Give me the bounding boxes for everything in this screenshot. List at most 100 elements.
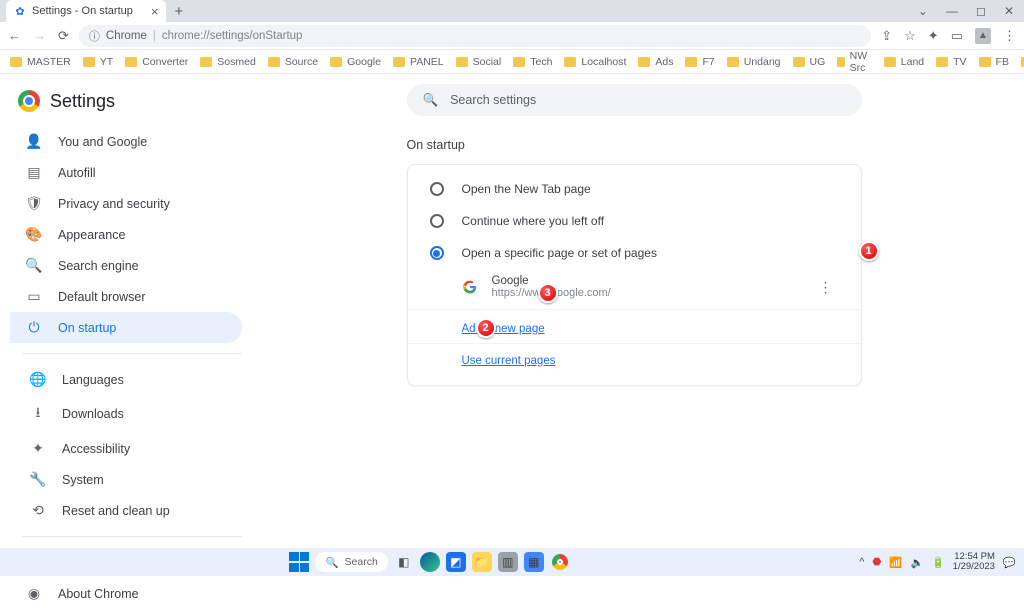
browser-icon: ▭: [26, 288, 42, 305]
bookmarks-bar: MASTER YT Converter Sosmed Source Google…: [0, 50, 1024, 74]
tab-title: Settings - On startup: [32, 5, 133, 17]
star-icon[interactable]: ☆: [904, 28, 916, 44]
settings-sidebar: Settings 👤You and Google ▤Autofill 🛡Priv…: [0, 74, 250, 548]
bookmark-item[interactable]: F7: [685, 56, 714, 68]
maximize-icon[interactable]: ◻: [976, 4, 986, 18]
browser-toolbar: ← → ⟳ ⓘ Chrome | chrome://settings/onSta…: [0, 22, 1024, 50]
bookmark-item[interactable]: FB: [979, 56, 1009, 68]
palette-icon: 🎨: [26, 226, 42, 243]
chrome-taskbar-icon[interactable]: [550, 552, 570, 572]
chrome-logo-icon: [18, 90, 40, 112]
back-icon[interactable]: ←: [8, 28, 21, 44]
edge-icon[interactable]: [420, 552, 440, 572]
forward-icon: →: [33, 28, 46, 44]
sidebar-item-languages[interactable]: 🌐Languages: [14, 364, 242, 395]
notifications-icon[interactable]: 💬: [1003, 556, 1016, 569]
radio-icon: [430, 182, 444, 196]
radio-new-tab[interactable]: Open the New Tab page: [408, 173, 861, 205]
tray-icon[interactable]: ⬣: [872, 556, 881, 568]
annotation-badge: 1: [859, 241, 879, 261]
bookmark-item[interactable]: PANEL: [393, 56, 444, 68]
kebab-menu-icon[interactable]: ⋮: [819, 279, 833, 296]
folder-icon: [884, 57, 896, 67]
volume-icon[interactable]: 🔈: [911, 556, 924, 569]
bookmark-item[interactable]: Source: [268, 56, 318, 68]
chevron-down-icon[interactable]: ⌄: [918, 4, 928, 18]
extensions-icon[interactable]: ✦: [928, 28, 939, 44]
bookmark-item[interactable]: Tech: [513, 56, 552, 68]
person-icon: 👤: [26, 133, 42, 150]
app-icon[interactable]: ▦: [524, 552, 544, 572]
bookmark-item[interactable]: MASTER: [10, 56, 71, 68]
bookmark-item[interactable]: Undang: [727, 56, 781, 68]
minimize-icon[interactable]: —: [946, 4, 958, 18]
download-icon: ⭳: [30, 402, 46, 426]
file-explorer-icon[interactable]: 📁: [472, 552, 492, 572]
shield-icon: 🛡: [26, 195, 42, 212]
search-settings-input[interactable]: 🔍 Search settings: [407, 84, 862, 116]
autofill-icon: ▤: [26, 164, 42, 181]
bookmark-item[interactable]: UG: [793, 56, 826, 68]
use-current-pages-link[interactable]: Use current pages: [408, 348, 861, 369]
folder-icon: [393, 57, 405, 67]
google-favicon-icon: [462, 279, 478, 295]
wifi-icon[interactable]: 📶: [889, 556, 902, 569]
share-icon[interactable]: ⇪: [881, 28, 892, 44]
sidebar-item-privacy[interactable]: 🛡Privacy and security: [10, 188, 242, 219]
app-icon[interactable]: ▥: [498, 552, 518, 572]
bookmark-item[interactable]: Sosmed: [200, 56, 256, 68]
folder-icon: [200, 57, 212, 67]
power-icon: ⏻: [26, 319, 42, 336]
new-tab-button[interactable]: +: [174, 3, 183, 20]
bookmark-item[interactable]: YT: [83, 56, 113, 68]
sidebar-item-about[interactable]: ◉About Chrome: [10, 578, 242, 609]
address-bar[interactable]: ⓘ Chrome | chrome://settings/onStartup: [79, 25, 871, 47]
battery-icon[interactable]: 🔋: [932, 556, 945, 569]
radio-continue[interactable]: Continue where you left off: [408, 205, 861, 237]
folder-icon: [837, 57, 844, 67]
sidebar-item-search-engine[interactable]: 🔍Search engine: [10, 250, 242, 281]
startup-card: Open the New Tab page Continue where you…: [407, 164, 862, 386]
folder-icon: [564, 57, 576, 67]
bookmark-item[interactable]: Google: [330, 56, 381, 68]
bookmark-item[interactable]: Ads: [638, 56, 673, 68]
app-icon[interactable]: ◩: [446, 552, 466, 572]
add-new-page-link[interactable]: Add a new page 2: [408, 316, 861, 337]
task-view-icon[interactable]: ◧: [394, 552, 414, 572]
sidebar-item-system[interactable]: 🔧System: [14, 464, 242, 495]
reading-list-icon[interactable]: ▭: [951, 28, 963, 44]
close-window-icon[interactable]: ✕: [1004, 4, 1014, 18]
tray-chevron-icon[interactable]: ^: [859, 556, 864, 568]
sidebar-item-accessibility[interactable]: ✦Accessibility: [14, 433, 242, 464]
bookmark-item[interactable]: Localhost: [564, 56, 626, 68]
bookmark-item[interactable]: NW Src: [837, 50, 872, 74]
sidebar-item-on-startup[interactable]: ⏻On startup: [10, 312, 242, 343]
taskbar-search[interactable]: 🔍Search: [315, 552, 387, 572]
taskbar-clock[interactable]: 12:54 PM 1/29/2023: [953, 552, 995, 573]
sidebar-item-appearance[interactable]: 🎨Appearance: [10, 219, 242, 250]
start-button[interactable]: [289, 552, 309, 572]
gear-icon: ✿: [14, 5, 26, 17]
folder-icon: [685, 57, 697, 67]
sidebar-item-you-and-google[interactable]: 👤You and Google: [10, 126, 242, 157]
kebab-menu-icon[interactable]: ⋮: [1003, 28, 1016, 44]
bookmark-item[interactable]: Converter: [125, 56, 188, 68]
bookmark-item[interactable]: Land: [884, 56, 924, 68]
browser-tab[interactable]: ✿ Settings - On startup ×: [6, 0, 166, 22]
bookmark-item[interactable]: TV: [936, 56, 966, 68]
avatar-button[interactable]: ▲: [975, 28, 991, 44]
sidebar-item-downloads[interactable]: ⭳Downloads: [14, 395, 242, 433]
sidebar-item-default-browser[interactable]: ▭Default browser: [10, 281, 242, 312]
page-title: Settings: [50, 91, 115, 112]
radio-specific-pages[interactable]: Open a specific page or set of pages 1: [408, 237, 861, 269]
folder-icon: [83, 57, 95, 67]
reload-icon[interactable]: ⟳: [58, 28, 69, 44]
folder-icon: [268, 57, 280, 67]
site-info-icon[interactable]: ⓘ: [89, 28, 100, 44]
close-tab-icon[interactable]: ×: [151, 5, 159, 18]
sidebar-item-reset[interactable]: ⟲Reset and clean up: [14, 495, 242, 526]
window-titlebar: ✿ Settings - On startup × + ⌄ — ◻ ✕: [0, 0, 1024, 22]
accessibility-icon: ✦: [30, 440, 46, 457]
sidebar-item-autofill[interactable]: ▤Autofill: [10, 157, 242, 188]
bookmark-item[interactable]: Social: [456, 56, 502, 68]
